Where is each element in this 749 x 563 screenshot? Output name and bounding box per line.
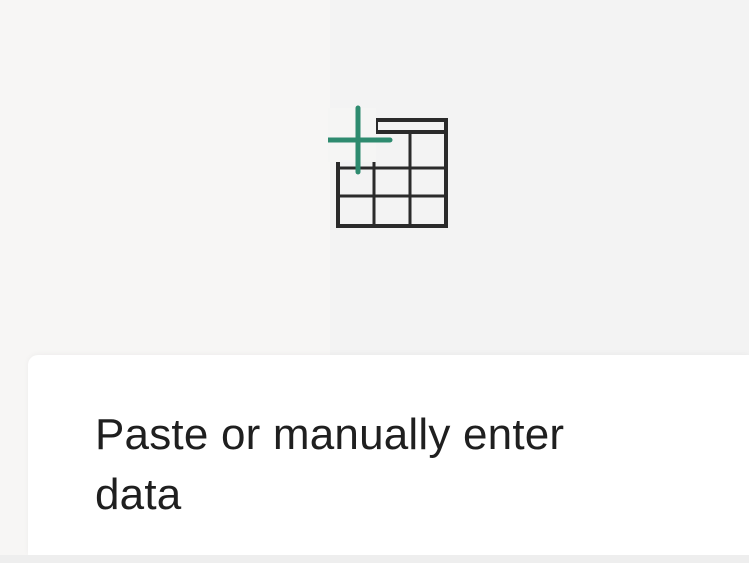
page-background: Paste or manually enter data: [0, 0, 749, 563]
icon-tile: [28, 0, 749, 350]
card-caption: Paste or manually enter data: [95, 410, 565, 519]
table-add-icon: [328, 105, 448, 228]
caption-panel: Paste or manually enter data: [28, 355, 749, 555]
paste-or-enter-data-card[interactable]: Paste or manually enter data: [28, 0, 749, 555]
bottom-divider: [0, 555, 749, 563]
